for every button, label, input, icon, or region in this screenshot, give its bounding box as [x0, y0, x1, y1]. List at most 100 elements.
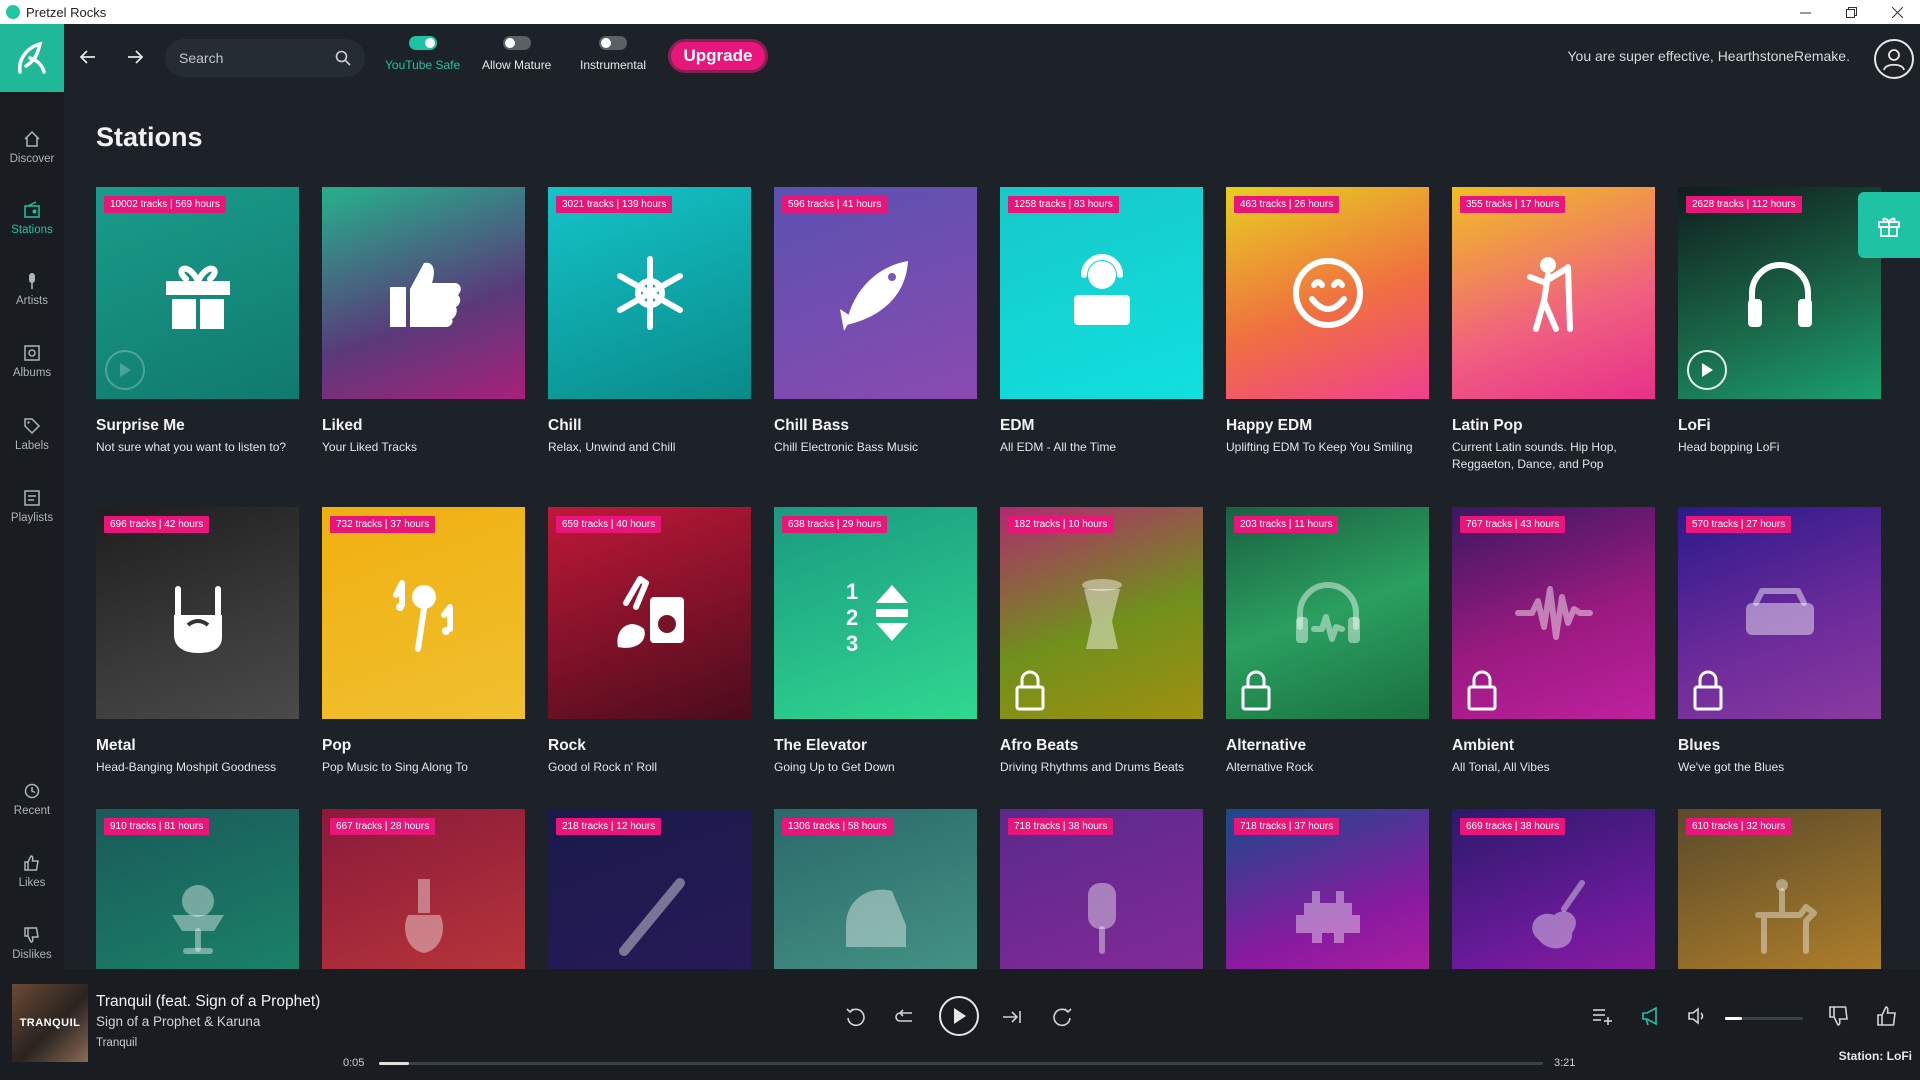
- station-artwork[interactable]: 570 tracks | 27 hours: [1678, 507, 1881, 719]
- station-card[interactable]: Liked Your Liked Tracks: [322, 187, 525, 456]
- station-artwork[interactable]: 463 tracks | 26 hours: [1226, 187, 1429, 399]
- station-card[interactable]: 463 tracks | 26 hours Happy EDM Uplifting …: [1226, 187, 1429, 456]
- dislike-button[interactable]: [1826, 1003, 1852, 1029]
- search-input[interactable]: [179, 50, 319, 66]
- forward-button[interactable]: [120, 42, 150, 72]
- station-artwork[interactable]: 182 tracks | 10 hours: [1000, 507, 1203, 719]
- allow-mature-toggle[interactable]: Allow Mature: [482, 36, 551, 72]
- avatar[interactable]: [1874, 39, 1914, 79]
- station-name[interactable]: Rock: [548, 737, 751, 755]
- station-card[interactable]: 659 tracks | 40 hours Rock Good ol Rock n'…: [548, 507, 751, 776]
- station-card[interactable]: 570 tracks | 27 hours Blues We've got the …: [1678, 507, 1881, 776]
- station-name[interactable]: Chill Bass: [774, 417, 977, 435]
- sidebar-item-labels[interactable]: Labels: [0, 404, 64, 464]
- station-name[interactable]: Metal: [96, 737, 299, 755]
- sidebar-item-stations[interactable]: Stations: [0, 188, 64, 248]
- minimize-button[interactable]: [1782, 0, 1828, 24]
- station-card[interactable]: 638 tracks | 29 hours 1 2 3 The Elevator Goin…: [774, 507, 977, 776]
- sidebar-item-albums[interactable]: Albums: [0, 331, 64, 391]
- station-card[interactable]: 1258 tracks | 83 hours EDM All EDM - All t…: [1000, 187, 1203, 456]
- pretzel-logo[interactable]: [0, 24, 64, 92]
- gift-button[interactable]: [1858, 192, 1920, 258]
- station-name[interactable]: LoFi: [1678, 417, 1881, 435]
- current-station[interactable]: Station: LoFi: [1839, 1049, 1912, 1063]
- station-card[interactable]: 718 tracks | 37 hours: [1226, 809, 1429, 969]
- station-artwork[interactable]: 203 tracks | 11 hours: [1226, 507, 1429, 719]
- station-name[interactable]: Surprise Me: [96, 417, 299, 435]
- station-artwork[interactable]: 610 tracks | 32 hours: [1678, 809, 1881, 969]
- station-name[interactable]: Happy EDM: [1226, 417, 1429, 435]
- station-card[interactable]: 718 tracks | 38 hours: [1000, 809, 1203, 969]
- station-card[interactable]: 3021 tracks | 139 hours Chill Relax, Unwin…: [548, 187, 751, 456]
- back-button[interactable]: [73, 42, 103, 72]
- mute-button[interactable]: [1684, 1003, 1710, 1029]
- station-artwork[interactable]: [322, 187, 525, 399]
- youtube-safe-toggle[interactable]: YouTube Safe: [385, 36, 460, 72]
- station-card[interactable]: 1306 tracks | 58 hours: [774, 809, 977, 969]
- station-card[interactable]: 218 tracks | 12 hours: [548, 809, 751, 969]
- track-title[interactable]: Tranquil (feat. Sign of a Prophet): [96, 993, 320, 1011]
- station-name[interactable]: Chill: [548, 417, 751, 435]
- play-station-button[interactable]: [1687, 350, 1727, 390]
- station-name[interactable]: Pop: [322, 737, 525, 755]
- forward-15-button[interactable]: [1049, 1004, 1075, 1030]
- station-card[interactable]: 767 tracks | 43 hours Ambient All Tonal, A…: [1452, 507, 1655, 776]
- station-card[interactable]: 732 tracks | 37 hours Pop Pop Music to Sin…: [322, 507, 525, 776]
- station-card[interactable]: 696 tracks | 42 hours Metal Head-Banging M…: [96, 507, 299, 776]
- like-button[interactable]: [1874, 1003, 1900, 1029]
- station-artwork[interactable]: 218 tracks | 12 hours: [548, 809, 751, 969]
- station-name[interactable]: Alternative: [1226, 737, 1429, 755]
- station-card[interactable]: 10002 tracks | 569 hours Surprise Me Not s…: [96, 187, 299, 456]
- sidebar-item-playlists[interactable]: Playlists: [0, 476, 64, 536]
- play-station-button[interactable]: [105, 350, 145, 390]
- station-artwork[interactable]: 696 tracks | 42 hours: [96, 507, 299, 719]
- queue-button[interactable]: [1589, 1003, 1615, 1029]
- volume-slider[interactable]: [1725, 1017, 1803, 1020]
- station-name[interactable]: Ambient: [1452, 737, 1655, 755]
- toggle-switch[interactable]: [502, 36, 531, 50]
- now-playing-album-art[interactable]: TRANQUIL: [12, 984, 88, 1062]
- track-artist[interactable]: Sign of a Prophet & Karuna: [96, 1014, 260, 1029]
- instrumental-toggle[interactable]: Instrumental: [580, 36, 646, 72]
- station-name[interactable]: Afro Beats: [1000, 737, 1203, 755]
- sidebar-item-dislikes[interactable]: Dislikes: [0, 913, 64, 973]
- close-button[interactable]: [1874, 0, 1920, 24]
- rewind-button[interactable]: [843, 1004, 869, 1030]
- sidebar-item-likes[interactable]: Likes: [0, 841, 64, 901]
- repeat-button[interactable]: [892, 1004, 918, 1030]
- sidebar-item-artists[interactable]: Artists: [0, 259, 64, 319]
- station-artwork[interactable]: 596 tracks | 41 hours: [774, 187, 977, 399]
- search-icon[interactable]: [335, 50, 351, 66]
- progress-bar[interactable]: [379, 1062, 1543, 1065]
- skip-button[interactable]: [999, 1004, 1025, 1030]
- station-artwork[interactable]: 767 tracks | 43 hours: [1452, 507, 1655, 719]
- station-name[interactable]: EDM: [1000, 417, 1203, 435]
- play-button[interactable]: [939, 996, 979, 1036]
- station-artwork[interactable]: 732 tracks | 37 hours: [322, 507, 525, 719]
- station-card[interactable]: 596 tracks | 41 hours Chill Bass Chill Ele…: [774, 187, 977, 456]
- station-name[interactable]: The Elevator: [774, 737, 977, 755]
- station-artwork[interactable]: 638 tracks | 29 hours 1 2 3: [774, 507, 977, 719]
- station-artwork[interactable]: 910 tracks | 81 hours: [96, 809, 299, 969]
- station-artwork[interactable]: 718 tracks | 37 hours: [1226, 809, 1429, 969]
- station-card[interactable]: 910 tracks | 81 hours: [96, 809, 299, 969]
- station-card[interactable]: 669 tracks | 38 hours: [1452, 809, 1655, 969]
- station-artwork[interactable]: 667 tracks | 28 hours: [322, 809, 525, 969]
- restore-button[interactable]: [1828, 0, 1874, 24]
- upgrade-button[interactable]: Upgrade: [668, 39, 768, 73]
- station-artwork[interactable]: 669 tracks | 38 hours: [1452, 809, 1655, 969]
- station-card[interactable]: 610 tracks | 32 hours: [1678, 809, 1881, 969]
- announce-button[interactable]: [1638, 1003, 1664, 1029]
- station-artwork[interactable]: 659 tracks | 40 hours: [548, 507, 751, 719]
- station-card[interactable]: 355 tracks | 17 hours Latin Pop Current La…: [1452, 187, 1655, 474]
- station-artwork[interactable]: 2628 tracks | 112 hours: [1678, 187, 1881, 399]
- sidebar-item-recent[interactable]: Recent: [0, 769, 64, 829]
- station-card[interactable]: 203 tracks | 11 hours Alternative Alternat…: [1226, 507, 1429, 776]
- station-artwork[interactable]: 1258 tracks | 83 hours: [1000, 187, 1203, 399]
- sidebar-item-discover[interactable]: Discover: [0, 117, 64, 177]
- station-name[interactable]: Blues: [1678, 737, 1881, 755]
- toggle-switch[interactable]: [599, 36, 628, 50]
- station-artwork[interactable]: 355 tracks | 17 hours: [1452, 187, 1655, 399]
- station-card[interactable]: 2628 tracks | 112 hours LoFi Head bopping …: [1678, 187, 1881, 456]
- station-artwork[interactable]: 10002 tracks | 569 hours: [96, 187, 299, 399]
